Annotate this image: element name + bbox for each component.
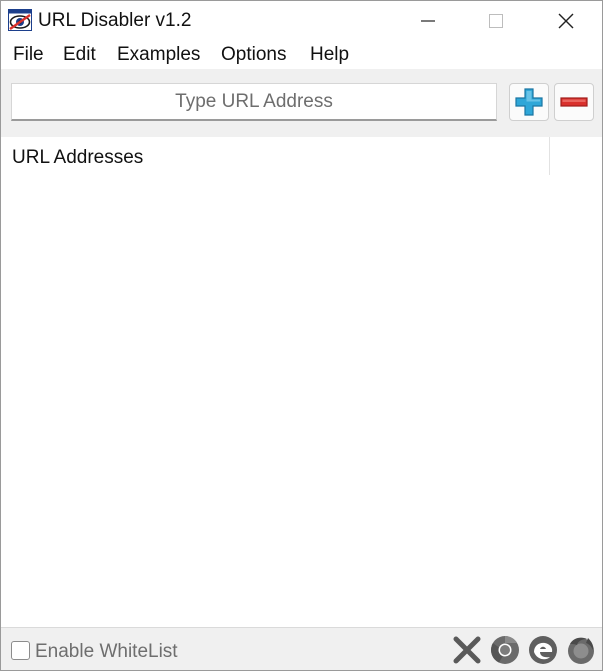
maximize-button[interactable] — [462, 1, 530, 41]
title-bar[interactable]: URL Disabler v1.2 — [1, 1, 602, 41]
minimize-icon — [421, 20, 435, 22]
chrome-icon[interactable] — [490, 635, 520, 665]
minimize-button[interactable] — [394, 1, 462, 41]
minus-icon — [560, 97, 588, 107]
menu-examples[interactable]: Examples — [117, 44, 200, 66]
whitelist-label[interactable]: Enable WhiteList — [35, 641, 178, 663]
menu-edit[interactable]: Edit — [63, 44, 96, 66]
window-title: URL Disabler v1.2 — [38, 10, 192, 31]
eye-icon — [8, 9, 32, 31]
column-header-url-addresses[interactable]: URL Addresses — [1, 137, 550, 175]
plus-icon — [515, 88, 543, 116]
close-icon — [558, 13, 574, 29]
url-toolbar — [1, 69, 602, 137]
column-header-label: URL Addresses — [12, 147, 144, 168]
menu-file[interactable]: File — [13, 44, 44, 66]
edge-icon[interactable] — [528, 635, 558, 665]
maximize-icon — [489, 14, 503, 28]
menu-help[interactable]: Help — [310, 44, 349, 66]
remove-url-button[interactable] — [554, 83, 594, 121]
add-url-button[interactable] — [509, 83, 549, 121]
menu-options[interactable]: Options — [221, 44, 286, 66]
firefox-icon[interactable] — [566, 635, 596, 665]
app-window: URL Disabler v1.2 File Edit Examples Opt… — [0, 0, 603, 671]
whitelist-checkbox[interactable] — [11, 641, 30, 660]
status-bar: Enable WhiteList — [1, 627, 602, 670]
close-x-icon[interactable] — [452, 635, 482, 665]
url-input[interactable] — [11, 83, 497, 121]
url-list[interactable]: URL Addresses — [1, 137, 602, 627]
menu-bar: File Edit Examples Options Help — [1, 41, 602, 69]
close-button[interactable] — [532, 1, 600, 41]
